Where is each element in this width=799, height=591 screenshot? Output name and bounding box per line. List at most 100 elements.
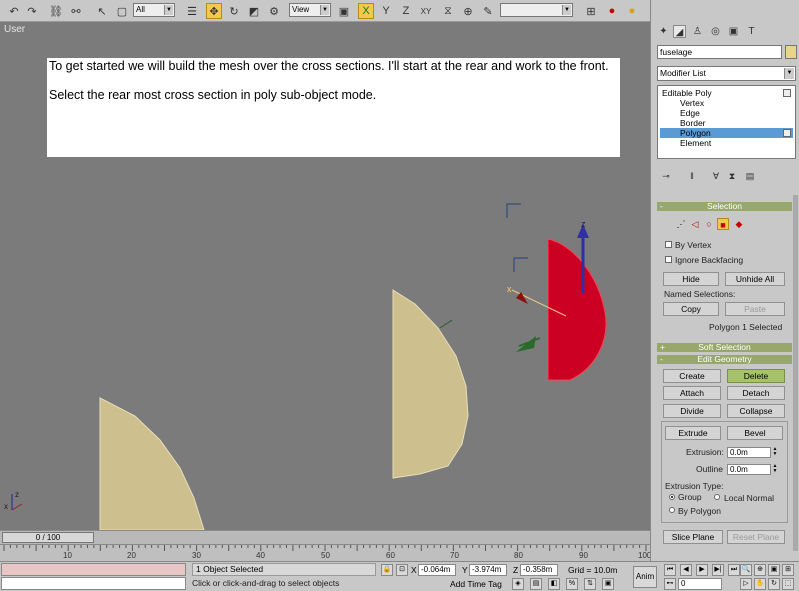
schematic-view-icon[interactable]: ⊞ [583, 3, 599, 19]
restrict-y-button[interactable]: Y [378, 3, 394, 19]
named-selection-dropdown[interactable]: ▼ [500, 3, 573, 17]
show-end-result-icon[interactable]: ‖ [685, 169, 699, 183]
utilities-tab-icon[interactable]: T [745, 25, 758, 38]
play-icon[interactable]: ▶ [696, 564, 708, 576]
percent-snap-icon[interactable]: % [566, 578, 578, 590]
time-slider-thumb[interactable]: 0 / 100 [2, 532, 94, 543]
pivot-center-icon[interactable]: ▣ [336, 3, 352, 19]
delete-button[interactable]: Delete [727, 369, 785, 383]
mirror-icon[interactable]: ⧖ [440, 3, 456, 19]
spinner-arrows-icon[interactable]: ▲ ▼ [772, 447, 778, 458]
angle-snap-icon[interactable]: ◧ [548, 578, 560, 590]
undo-icon[interactable]: ↶ [6, 3, 22, 19]
edit-geometry-rollout-header[interactable]: - Edit Geometry [657, 355, 792, 364]
soft-selection-rollout-header[interactable]: + Soft Selection [657, 343, 792, 352]
extrusion-spinner[interactable]: 0.0m ▲ ▼ [727, 447, 777, 458]
render-teapot-icon[interactable]: ● [604, 3, 620, 19]
stack-item-border[interactable]: Border [660, 118, 793, 128]
arc-rotate-icon[interactable]: ↻ [768, 578, 780, 590]
group-radio[interactable] [669, 494, 675, 500]
pan-icon[interactable]: ✋ [754, 578, 766, 590]
reset-plane-button[interactable]: Reset Plane [727, 530, 785, 544]
go-to-start-icon[interactable]: ⏮ [664, 564, 676, 576]
create-button[interactable]: Create [663, 369, 721, 383]
zoom-extents-icon[interactable]: ▣ [768, 564, 780, 576]
select-object-icon[interactable]: ↖ [94, 3, 110, 19]
transform-type-in-icon[interactable]: ◈ [512, 578, 524, 590]
reference-coordinate-dropdown[interactable]: View ▼ [289, 3, 331, 17]
key-mode-icon[interactable]: ⊷ [664, 578, 676, 590]
absolute-mode-icon[interactable]: ⊡ [396, 564, 408, 576]
quick-render-icon[interactable]: ● [624, 3, 640, 19]
stack-item-vertex[interactable]: Vertex [660, 98, 793, 108]
make-unique-icon[interactable]: ∀ [709, 169, 723, 183]
vertex-mode-icon[interactable]: ⋰ [675, 218, 687, 230]
copy-button[interactable]: Copy [663, 302, 719, 316]
zoom-all-icon[interactable]: ⊕ [754, 564, 766, 576]
rectangle-selection-icon[interactable]: ▢ [114, 3, 130, 19]
modify-tab-icon[interactable]: ◢ [673, 25, 686, 38]
spinner-snap-icon[interactable]: ⇅ [584, 578, 596, 590]
collapse-button[interactable]: Collapse [727, 404, 785, 418]
selection-filter-dropdown[interactable]: All ▼ [133, 3, 175, 17]
local-normal-radio[interactable] [714, 494, 720, 500]
by-polygon-radio[interactable] [669, 507, 675, 513]
select-and-link-icon[interactable]: ⛓ [48, 3, 64, 19]
bevel-button[interactable]: Bevel [727, 426, 783, 440]
redo-icon[interactable]: ↷ [24, 3, 40, 19]
lock-selection-icon[interactable]: 🔒 [381, 564, 393, 576]
stack-item-polygon[interactable]: Polygon [660, 128, 793, 138]
outline-spinner[interactable]: 0.0m ▲ ▼ [727, 464, 777, 475]
y-coordinate-field[interactable]: -3.974m [469, 564, 507, 576]
slice-plane-button[interactable]: Slice Plane [663, 530, 723, 544]
display-tab-icon[interactable]: ▣ [727, 25, 740, 38]
element-mode-icon[interactable]: ◆ [733, 218, 745, 230]
previous-frame-icon[interactable]: ◀ [680, 564, 692, 576]
spinner-arrows-icon[interactable]: ▲ ▼ [772, 464, 778, 475]
stack-item-editable-poly[interactable]: Editable Poly [660, 88, 793, 98]
z-coordinate-field[interactable]: -0.358m [520, 564, 558, 576]
edit-named-selection-icon[interactable]: ▣ [602, 578, 614, 590]
x-coordinate-field[interactable]: -0.064m [418, 564, 456, 576]
viewport-user[interactable]: z x z x User To get started we will buil… [0, 22, 650, 530]
go-to-end-icon[interactable]: ⏭ [728, 564, 740, 576]
hierarchy-tab-icon[interactable]: ♙ [691, 25, 704, 38]
maxscript-listener-input[interactable] [1, 577, 186, 590]
auto-key-button[interactable]: Anim [633, 566, 657, 588]
move-icon[interactable]: ✥ [206, 3, 222, 19]
track-bar[interactable]: 10 20 30 40 50 60 70 80 90 100 [0, 544, 651, 561]
cross-section-rear-selected[interactable] [547, 238, 607, 381]
object-name-field[interactable]: fuselage [657, 45, 782, 59]
rotate-icon[interactable]: ↻ [226, 3, 242, 19]
zoom-icon[interactable]: 🔍 [740, 564, 752, 576]
extrude-button[interactable]: Extrude [665, 426, 721, 440]
unlink-icon[interactable]: ⚯ [68, 3, 84, 19]
hide-button[interactable]: Hide [663, 272, 719, 286]
restrict-xy-button[interactable]: XY [418, 3, 434, 19]
align-icon[interactable]: ⊕ [460, 3, 476, 19]
stack-item-edge[interactable]: Edge [660, 108, 793, 118]
attach-button[interactable]: Attach [663, 386, 721, 400]
border-mode-icon[interactable]: ○ [703, 218, 715, 230]
add-time-tag[interactable]: Add Time Tag [450, 579, 502, 589]
detach-button[interactable]: Detach [727, 386, 785, 400]
maxscript-listener-output[interactable] [1, 563, 186, 576]
object-color-swatch[interactable] [785, 45, 797, 59]
toggle-icon[interactable] [783, 89, 791, 97]
current-frame-field[interactable]: 0 [678, 578, 722, 590]
time-slider[interactable]: 0 / 100 [0, 530, 650, 544]
restrict-z-button[interactable]: Z [398, 3, 414, 19]
motion-tab-icon[interactable]: ◎ [709, 25, 722, 38]
select-by-name-icon[interactable]: ☰ [184, 3, 200, 19]
edge-mode-icon[interactable]: ◁ [689, 218, 701, 230]
toggle-icon[interactable] [783, 129, 791, 137]
select-manipulate-icon[interactable]: ⚙ [266, 3, 282, 19]
command-panel-scrollbar[interactable] [793, 195, 798, 551]
unhide-all-button[interactable]: Unhide All [725, 272, 785, 286]
by-vertex-checkbox[interactable] [665, 241, 672, 248]
viewport-label[interactable]: User [4, 24, 25, 35]
paste-button[interactable]: Paste [725, 302, 785, 316]
cross-section-middle[interactable] [392, 289, 469, 479]
stack-item-element[interactable]: Element [660, 138, 793, 148]
create-tab-icon[interactable]: ✦ [657, 25, 670, 38]
